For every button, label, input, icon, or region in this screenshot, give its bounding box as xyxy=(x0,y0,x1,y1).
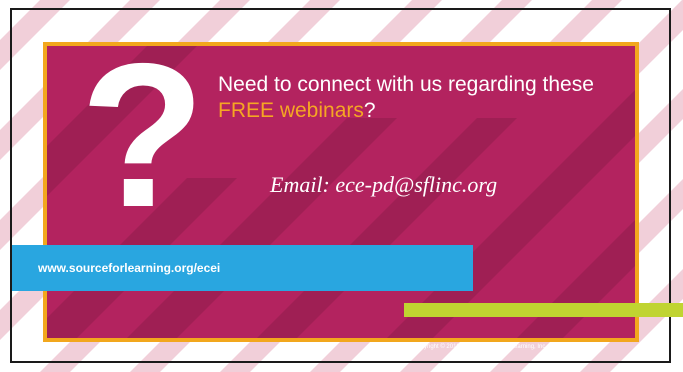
webinar-contact-slide: ? Need to connect with us regarding thes… xyxy=(0,0,683,372)
heading-text: Need to connect with us regarding these xyxy=(218,73,594,96)
website-link[interactable]: www.sourceforlearning.org/ecei xyxy=(38,261,220,275)
email-text[interactable]: Email: ece-pd@sflinc.org xyxy=(270,171,497,199)
green-accent-bar xyxy=(404,303,683,317)
copyright-text: Copyright © 2019 by The Source for Learn… xyxy=(413,344,599,350)
question-mark-icon: ? xyxy=(80,21,206,250)
heading-end: ? xyxy=(363,99,376,122)
heading-highlight: FREE webinars xyxy=(218,99,364,122)
slide-heading: Need to connect with us regarding these … xyxy=(218,72,638,124)
